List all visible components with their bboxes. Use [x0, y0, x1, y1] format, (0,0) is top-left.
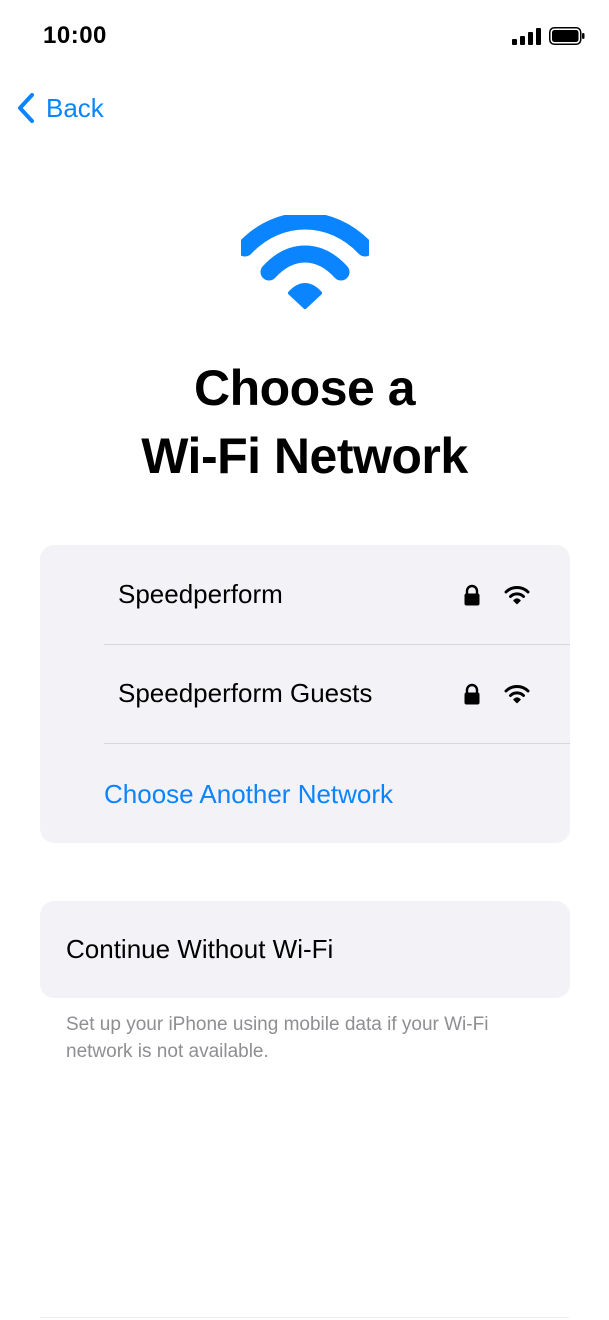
bottom-divider	[40, 1317, 569, 1318]
status-bar: 10:00	[0, 0, 609, 80]
back-label: Back	[46, 92, 104, 123]
cellular-signal-icon	[512, 27, 541, 45]
page-title-line-2: Wi-Fi Network	[141, 428, 468, 484]
network-row-speedperform[interactable]: Speedperform	[104, 545, 570, 645]
wifi-signal-icon	[504, 585, 530, 604]
page-title: Choose a Wi-Fi Network	[0, 354, 609, 490]
continue-without-wifi-button[interactable]: Continue Without Wi-Fi	[40, 901, 570, 998]
battery-icon	[549, 27, 585, 45]
network-row-speedperform-guests[interactable]: Speedperform Guests	[104, 644, 570, 744]
lock-icon	[464, 584, 480, 605]
back-button[interactable]: Back	[14, 86, 104, 130]
choose-another-network-button[interactable]: Choose Another Network	[104, 745, 393, 843]
status-icons	[512, 27, 585, 45]
lock-icon	[464, 683, 480, 704]
network-name: Speedperform Guests	[118, 678, 373, 708]
footnote-text: Set up your iPhone using mobile data if …	[66, 1014, 489, 1062]
wifi-signal-icon	[504, 684, 530, 703]
wifi-hero-icon	[241, 215, 369, 309]
status-time: 10:00	[43, 22, 107, 49]
network-name: Speedperform	[118, 579, 283, 609]
continue-without-wifi-label: Continue Without Wi-Fi	[66, 934, 334, 964]
chevron-left-icon	[18, 93, 34, 123]
network-list: Speedperform Speedperform Guests Choose …	[40, 545, 570, 843]
page-title-line-1: Choose a	[193, 360, 416, 416]
